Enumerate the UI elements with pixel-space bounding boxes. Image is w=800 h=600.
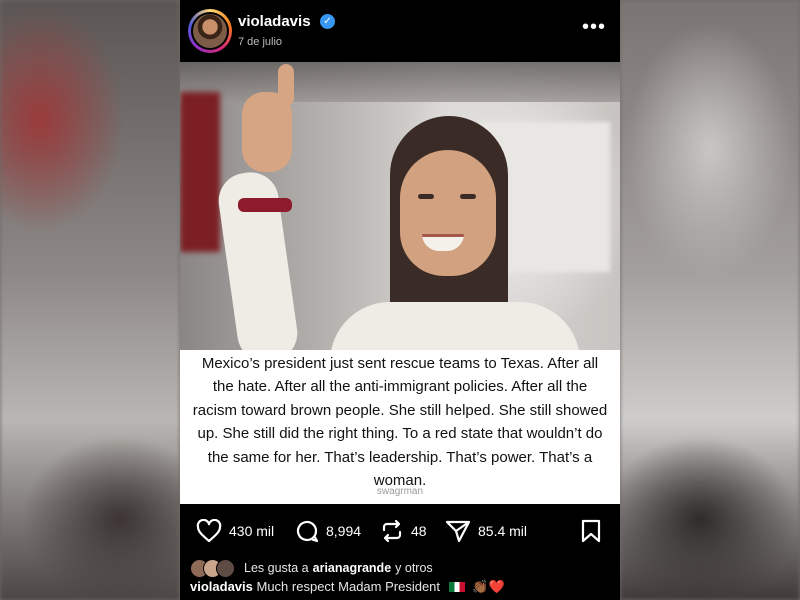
verified-badge-icon: ✓ bbox=[320, 14, 335, 29]
shares-count: 85.4 mil bbox=[478, 523, 528, 539]
avatar-photo bbox=[193, 14, 227, 48]
post-header: violadavis ✓ 7 de julio ••• bbox=[180, 0, 620, 62]
blurred-background-right bbox=[620, 0, 800, 600]
repost-icon bbox=[382, 519, 402, 543]
likes-count: 430 mil bbox=[229, 523, 275, 539]
share-button[interactable]: 85.4 mil bbox=[445, 518, 527, 544]
blurred-background-left bbox=[0, 0, 180, 600]
watermark: swagrman bbox=[376, 486, 424, 497]
mexico-flag-icon bbox=[448, 582, 465, 592]
photo-face bbox=[400, 150, 496, 276]
more-options-icon[interactable]: ••• bbox=[582, 16, 606, 39]
post-date: 7 de julio bbox=[238, 36, 283, 48]
repost-button[interactable]: 48 bbox=[380, 518, 427, 544]
caption-comment: violadavis Much respect Madam President … bbox=[190, 579, 610, 595]
caption-overlay: Mexico’s president just sent rescue team… bbox=[180, 350, 620, 504]
photo-thumb-up bbox=[278, 64, 294, 106]
photo-jacket bbox=[330, 302, 580, 350]
liked-by-prefix: Les gusta a bbox=[244, 561, 309, 575]
caption-text: Mexico’s president just sent rescue team… bbox=[192, 355, 608, 490]
heart-icon bbox=[196, 519, 222, 543]
comments-count: 8,994 bbox=[326, 523, 362, 539]
like-button[interactable]: 430 mil bbox=[196, 518, 274, 544]
photo-bracelet bbox=[238, 198, 292, 212]
bookmark-icon bbox=[581, 519, 601, 543]
comment-username[interactable]: violadavis bbox=[190, 579, 253, 594]
save-button[interactable] bbox=[580, 518, 602, 544]
instagram-post: violadavis ✓ 7 de julio ••• Mexico’s pre… bbox=[180, 0, 620, 600]
liked-by-user[interactable]: arianagrande bbox=[313, 561, 392, 575]
photo-raised-arm bbox=[215, 168, 301, 350]
liked-by-suffix: y otros bbox=[395, 561, 433, 575]
comment-button[interactable]: 8,994 bbox=[295, 518, 361, 544]
comment-text: Much respect Madam President bbox=[256, 579, 441, 594]
reposts-count: 48 bbox=[411, 523, 427, 539]
username[interactable]: violadavis bbox=[238, 13, 311, 30]
send-icon bbox=[445, 520, 471, 543]
profile-avatar[interactable] bbox=[188, 9, 232, 53]
mini-avatar bbox=[216, 559, 235, 578]
action-bar: 430 mil 8,994 48 85.4 mil bbox=[180, 504, 620, 558]
liked-by-avatars bbox=[190, 558, 244, 578]
photo-red-blur bbox=[180, 92, 220, 252]
comment-icon bbox=[296, 520, 319, 543]
liked-by-row[interactable]: Les gusta a arianagrande y otros bbox=[190, 558, 610, 578]
comment-emojis: 👏🏾❤️ bbox=[472, 579, 505, 594]
post-photo[interactable] bbox=[180, 62, 620, 350]
photo-awning bbox=[180, 62, 620, 102]
photo-eye-right bbox=[460, 194, 476, 199]
photo-eye-left bbox=[418, 194, 434, 199]
